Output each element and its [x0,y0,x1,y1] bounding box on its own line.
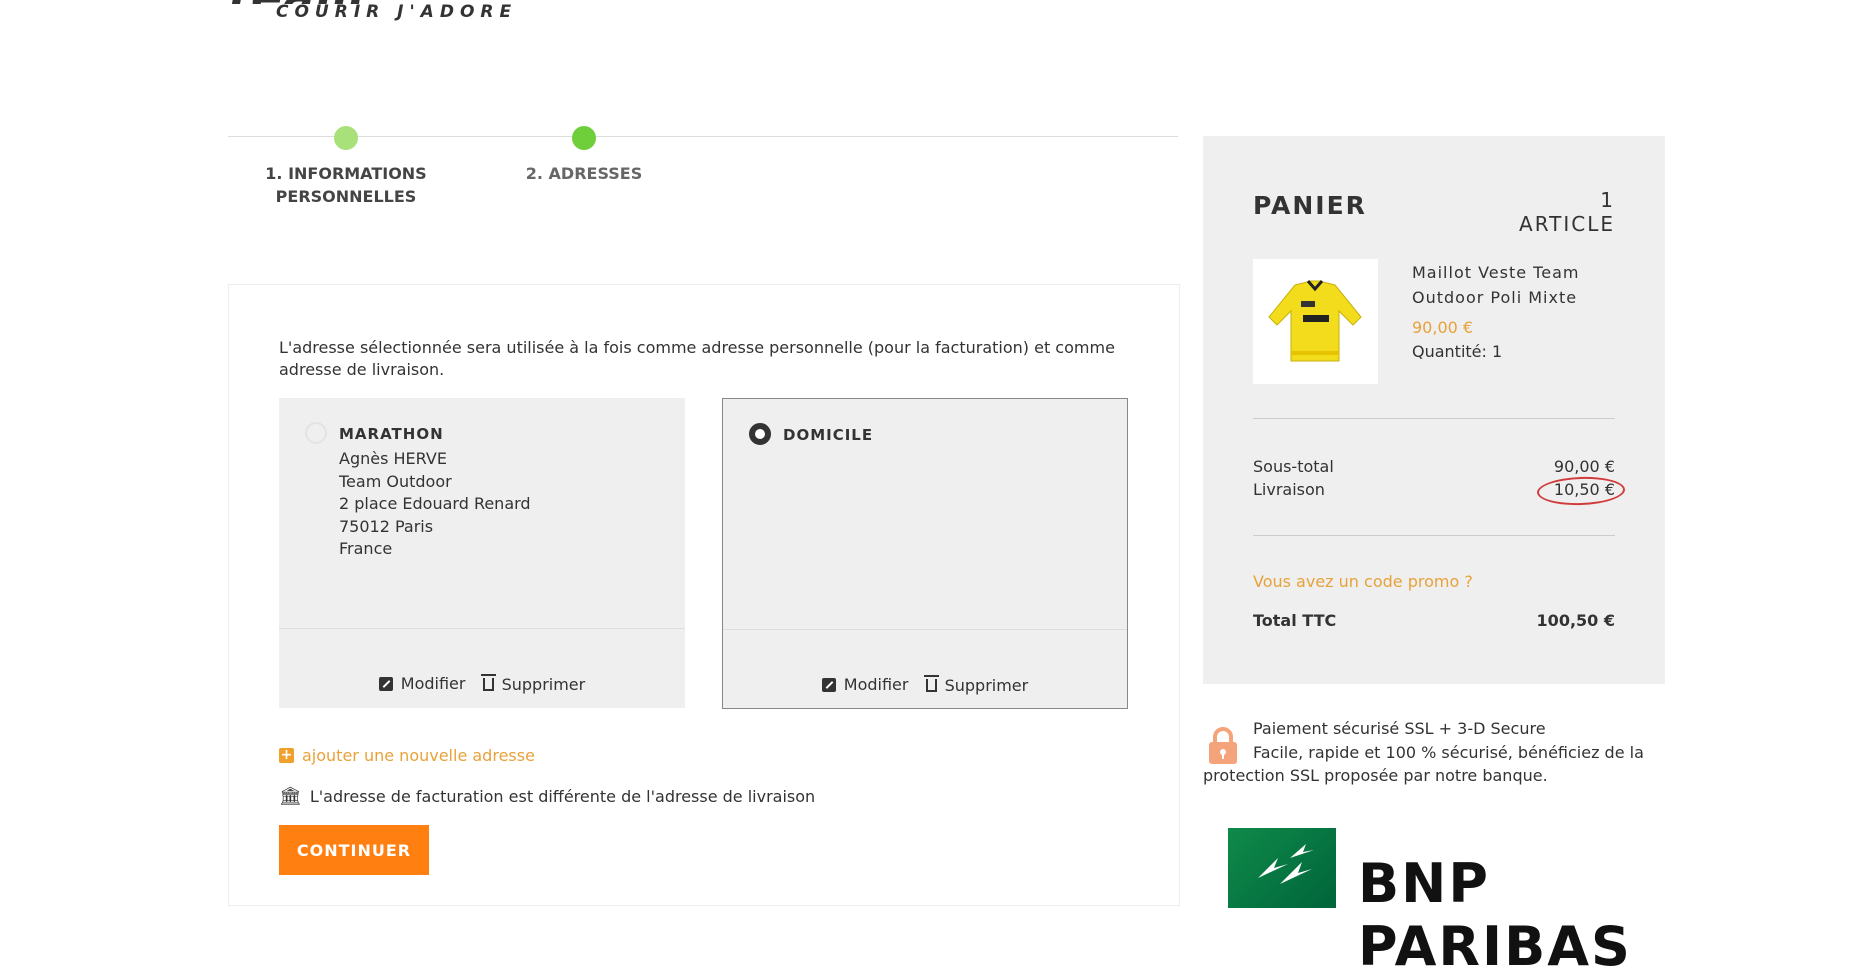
subtotal-label: Sous-total [1253,457,1334,476]
address-title: DOMICILE [783,426,874,444]
product-quantity: Quantité: 1 [1412,342,1503,361]
address-actions: Modifier Supprimer [279,673,685,695]
edit-icon [378,676,393,691]
total-value: 100,50 € [1536,611,1615,630]
address-intro-text: L'adresse sélectionnée sera utilisée à l… [279,338,1115,379]
total-label: Total TTC [1253,611,1337,630]
address-line: Team Outdoor [339,471,452,491]
jersey-image [1253,259,1378,384]
cart-title: PANIER [1253,191,1367,220]
address-card-marathon[interactable]: MARATHON Agnès HERVE Team Outdoor 2 plac… [279,398,685,708]
trash-icon [923,674,939,692]
address-title: MARATHON [339,425,444,443]
address-divider [723,629,1127,630]
address-card-domicile[interactable]: DOMICILE Modifier Supprimer [722,398,1128,709]
step-2-dot [572,126,596,150]
continue-button[interactable]: CONTINUER [279,825,429,875]
edit-icon [821,677,836,692]
address-line: 75012 Paris [339,516,434,536]
stars-icon [1258,844,1314,884]
address-radio-marathon[interactable] [305,422,327,444]
delete-address-button[interactable]: Supprimer [923,674,1028,695]
bnp-wordmark: BNP PARIBAS [1358,852,1632,978]
progress-line [228,136,1178,137]
step-1-dot [334,126,358,150]
shipping-label: Livraison [1253,480,1325,499]
secure-payment-text: Facile, rapide et 100 % sécurisé, bénéfi… [1203,743,1644,785]
address-line: Agnès HERVE [339,449,447,468]
cart-divider [1253,535,1615,536]
edit-address-button[interactable]: Modifier [378,674,465,693]
delete-address-button[interactable]: Supprimer [480,673,585,694]
billing-different-link[interactable]: 🏛 L'adresse de facturation est différent… [279,786,815,807]
add-address-link[interactable]: + ajouter une nouvelle adresse [279,746,535,765]
bnp-paribas-logo: BNP PARIBAS [1228,828,1728,978]
edit-address-button[interactable]: Modifier [821,675,908,694]
bank-icon: 🏛 [279,786,302,807]
site-logo[interactable]: team outdoor COURIR J'ADORE [228,0,588,34]
logo-tagline: COURIR J'ADORE [276,2,518,22]
plus-square-icon: + [279,747,294,763]
subtotal-value: 90,00 € [1553,457,1615,476]
promo-code-link[interactable]: Vous avez un code promo ? [1253,572,1473,591]
address-lines: Agnès HERVE Team Outdoor 2 place Edouard… [339,448,531,561]
address-radio-domicile[interactable] [749,423,771,445]
address-actions: Modifier Supprimer [723,674,1127,696]
product-name[interactable]: Maillot Veste Team Outdoor Poli Mixte [1412,260,1612,310]
trash-icon [480,673,496,691]
product-price: 90,00 € [1412,318,1474,337]
product-image[interactable] [1253,259,1378,384]
bnp-logo-mark [1228,828,1336,908]
address-line: France [339,539,393,558]
cart-divider [1253,418,1615,419]
address-divider [279,628,685,629]
address-line: 2 place Edouard Renard [339,494,531,513]
step-2-label: 2. ADRESSES [525,164,643,183]
cart-count: 1 ARTICLE [1519,188,1615,236]
secure-payment-title: Paiement sécurisé SSL + 3-D Secure [1253,719,1546,738]
step-1-label[interactable]: 1. INFORMATIONS PERSONNELLES [246,162,446,208]
